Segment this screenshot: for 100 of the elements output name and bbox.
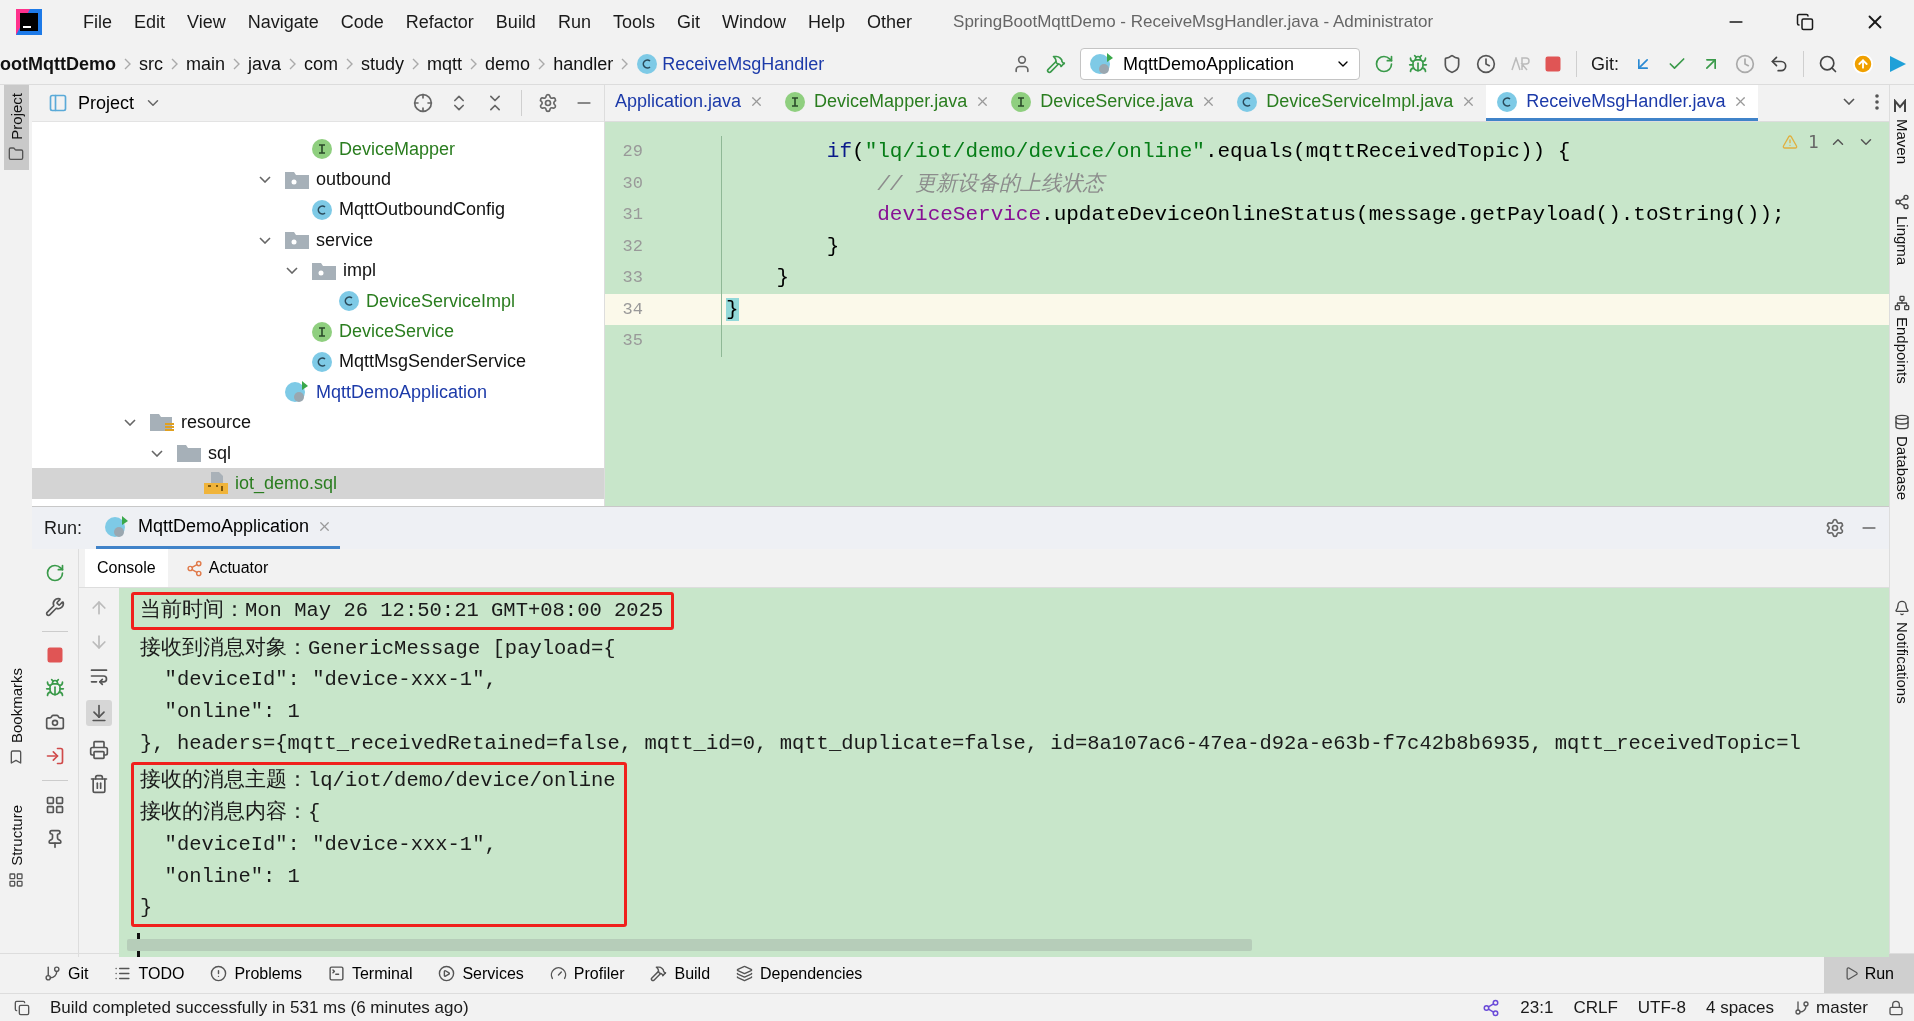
user-icon[interactable] bbox=[1012, 54, 1032, 74]
coverage-icon[interactable] bbox=[1442, 54, 1462, 74]
chevron-down-icon[interactable] bbox=[259, 176, 271, 184]
git-branch[interactable]: master bbox=[1816, 997, 1868, 1018]
tool-window-button[interactable]: Problems bbox=[210, 964, 302, 983]
menu-item[interactable]: Run bbox=[546, 11, 602, 33]
tree-item[interactable]: outbound bbox=[32, 164, 604, 195]
tool-window-tab[interactable]: Endpoints bbox=[1889, 287, 1914, 392]
hammer-icon[interactable] bbox=[1046, 54, 1066, 74]
tool-window-tab[interactable]: Project bbox=[3, 85, 29, 170]
run-tool-button[interactable]: Run bbox=[1823, 954, 1914, 993]
tool-window-button[interactable]: Build bbox=[650, 964, 711, 983]
breadcrumb[interactable]: java bbox=[248, 53, 282, 75]
tool-window-tab[interactable]: Lingma bbox=[1889, 186, 1914, 274]
layout-icon[interactable] bbox=[45, 795, 65, 815]
editor-tab[interactable]: Application.java bbox=[605, 85, 775, 121]
chevron-down-icon[interactable] bbox=[124, 419, 136, 427]
tool-window-button[interactable]: Profiler bbox=[549, 964, 625, 983]
menu-item[interactable]: Window bbox=[710, 11, 797, 33]
breadcrumb[interactable]: com bbox=[304, 53, 339, 75]
profile-icon[interactable] bbox=[1476, 54, 1496, 74]
menu-item[interactable]: Edit bbox=[123, 11, 177, 33]
tree-item[interactable]: sql bbox=[32, 437, 604, 469]
tree-item[interactable]: MqttDemoApplication bbox=[32, 377, 604, 408]
editor-tab[interactable]: ReceiveMsgHandler.java bbox=[1486, 85, 1759, 121]
project-view-dropdown[interactable]: Project bbox=[42, 91, 169, 115]
file-encoding[interactable]: UTF-8 bbox=[1637, 997, 1686, 1018]
wrench-icon[interactable] bbox=[45, 597, 65, 617]
tool-window-tab[interactable]: Notifications bbox=[1889, 592, 1914, 712]
tree-item[interactable]: impl bbox=[32, 255, 604, 286]
breadcrumb[interactable]: study bbox=[361, 53, 405, 75]
rerun-icon[interactable] bbox=[45, 563, 65, 583]
tool-window-button[interactable]: Services bbox=[438, 964, 524, 983]
settings-icon[interactable] bbox=[538, 93, 558, 113]
tool-window-tab[interactable]: Bookmarks bbox=[3, 659, 29, 773]
scrollbar[interactable] bbox=[127, 939, 1252, 951]
settings-icon[interactable] bbox=[1825, 518, 1845, 538]
editor-tab[interactable]: DeviceMapper.java bbox=[774, 85, 1001, 121]
chevron-down-icon[interactable] bbox=[151, 449, 163, 457]
debug-icon[interactable] bbox=[1408, 54, 1428, 74]
tool-window-button[interactable]: Terminal bbox=[327, 964, 413, 983]
layout-icon[interactable] bbox=[14, 999, 30, 1016]
tree-item[interactable]: service bbox=[32, 225, 604, 256]
lock-icon[interactable] bbox=[1888, 999, 1904, 1016]
debug-icon[interactable] bbox=[45, 678, 65, 698]
breadcrumb[interactable]: main bbox=[186, 53, 225, 75]
print-icon[interactable] bbox=[89, 740, 109, 760]
breadcrumb[interactable]: handler bbox=[553, 53, 614, 75]
editor-tab[interactable]: DeviceService.java bbox=[1000, 85, 1227, 121]
tree-item[interactable]: iot_demo.sql bbox=[32, 468, 604, 499]
soft-wrap-icon[interactable] bbox=[89, 666, 109, 686]
menu-item[interactable]: Navigate bbox=[236, 11, 330, 33]
lingma-icon[interactable] bbox=[1482, 998, 1501, 1017]
exit-icon[interactable] bbox=[45, 746, 65, 766]
tool-window-button[interactable]: TODO bbox=[114, 964, 185, 983]
console-tab[interactable]: Console bbox=[85, 549, 168, 587]
breadcrumb[interactable]: src bbox=[139, 53, 163, 75]
tree-item[interactable]: MqttOutboundConfig bbox=[32, 194, 604, 226]
menu-item[interactable]: Other bbox=[856, 11, 924, 33]
menu-item[interactable]: View bbox=[176, 11, 237, 33]
tool-window-tab[interactable]: Database bbox=[1889, 405, 1914, 509]
menu-item[interactable]: Tools bbox=[601, 11, 666, 33]
tool-window-tab[interactable]: Maven bbox=[1889, 91, 1914, 173]
breadcrumb[interactable]: demo bbox=[485, 53, 531, 75]
stop-icon[interactable] bbox=[1544, 55, 1562, 73]
editor-tab[interactable]: DeviceServiceImpl.java bbox=[1226, 85, 1487, 121]
menu-item[interactable]: File bbox=[72, 11, 123, 33]
menu-item[interactable]: Help bbox=[797, 11, 857, 33]
trash-icon[interactable] bbox=[89, 774, 109, 794]
breadcrumb[interactable]: ReceiveMsgHandler bbox=[662, 53, 825, 75]
scroll-to-end-icon[interactable] bbox=[89, 703, 109, 723]
breadcrumb[interactable]: mqtt bbox=[427, 53, 463, 75]
stop-icon[interactable] bbox=[46, 646, 64, 664]
tree-item[interactable]: DeviceService bbox=[32, 316, 604, 347]
menu-item[interactable]: Refactor bbox=[394, 11, 485, 33]
rerun-icon[interactable] bbox=[1374, 54, 1394, 74]
menu-item[interactable]: Build bbox=[484, 11, 547, 33]
tree-item[interactable]: DeviceMapper bbox=[32, 134, 604, 165]
warning-count[interactable]: 1 bbox=[1808, 132, 1819, 152]
pin-icon[interactable] bbox=[45, 829, 65, 849]
indent-setting[interactable]: 4 spaces bbox=[1706, 997, 1775, 1018]
run-configuration-dropdown[interactable]: MqttDemoApplication bbox=[1080, 48, 1360, 80]
camera-icon[interactable] bbox=[45, 712, 65, 732]
tool-window-button[interactable]: Dependencies bbox=[736, 964, 863, 983]
line-separator[interactable]: CRLF bbox=[1573, 997, 1618, 1018]
tree-item[interactable]: DeviceServiceImpl bbox=[32, 285, 604, 317]
tree-item[interactable]: MqttMsgSenderService bbox=[32, 346, 604, 378]
locate-icon[interactable] bbox=[413, 93, 433, 113]
lingma-icon[interactable] bbox=[1888, 54, 1908, 74]
search-icon[interactable] bbox=[1818, 54, 1838, 74]
restore-icon[interactable] bbox=[1796, 13, 1814, 31]
tool-window-button[interactable]: Git bbox=[44, 964, 89, 983]
menu-item[interactable]: Git bbox=[665, 11, 711, 33]
rollback-icon[interactable] bbox=[1769, 54, 1789, 74]
chevron-down-icon[interactable] bbox=[286, 267, 298, 275]
chevron-down-icon[interactable] bbox=[259, 236, 271, 244]
breadcrumb[interactable]: ootMqttDemo bbox=[0, 53, 116, 75]
menu-item[interactable]: Code bbox=[329, 11, 395, 33]
tool-window-tab[interactable]: Structure bbox=[3, 796, 29, 896]
console-tab[interactable]: Actuator bbox=[173, 549, 281, 587]
